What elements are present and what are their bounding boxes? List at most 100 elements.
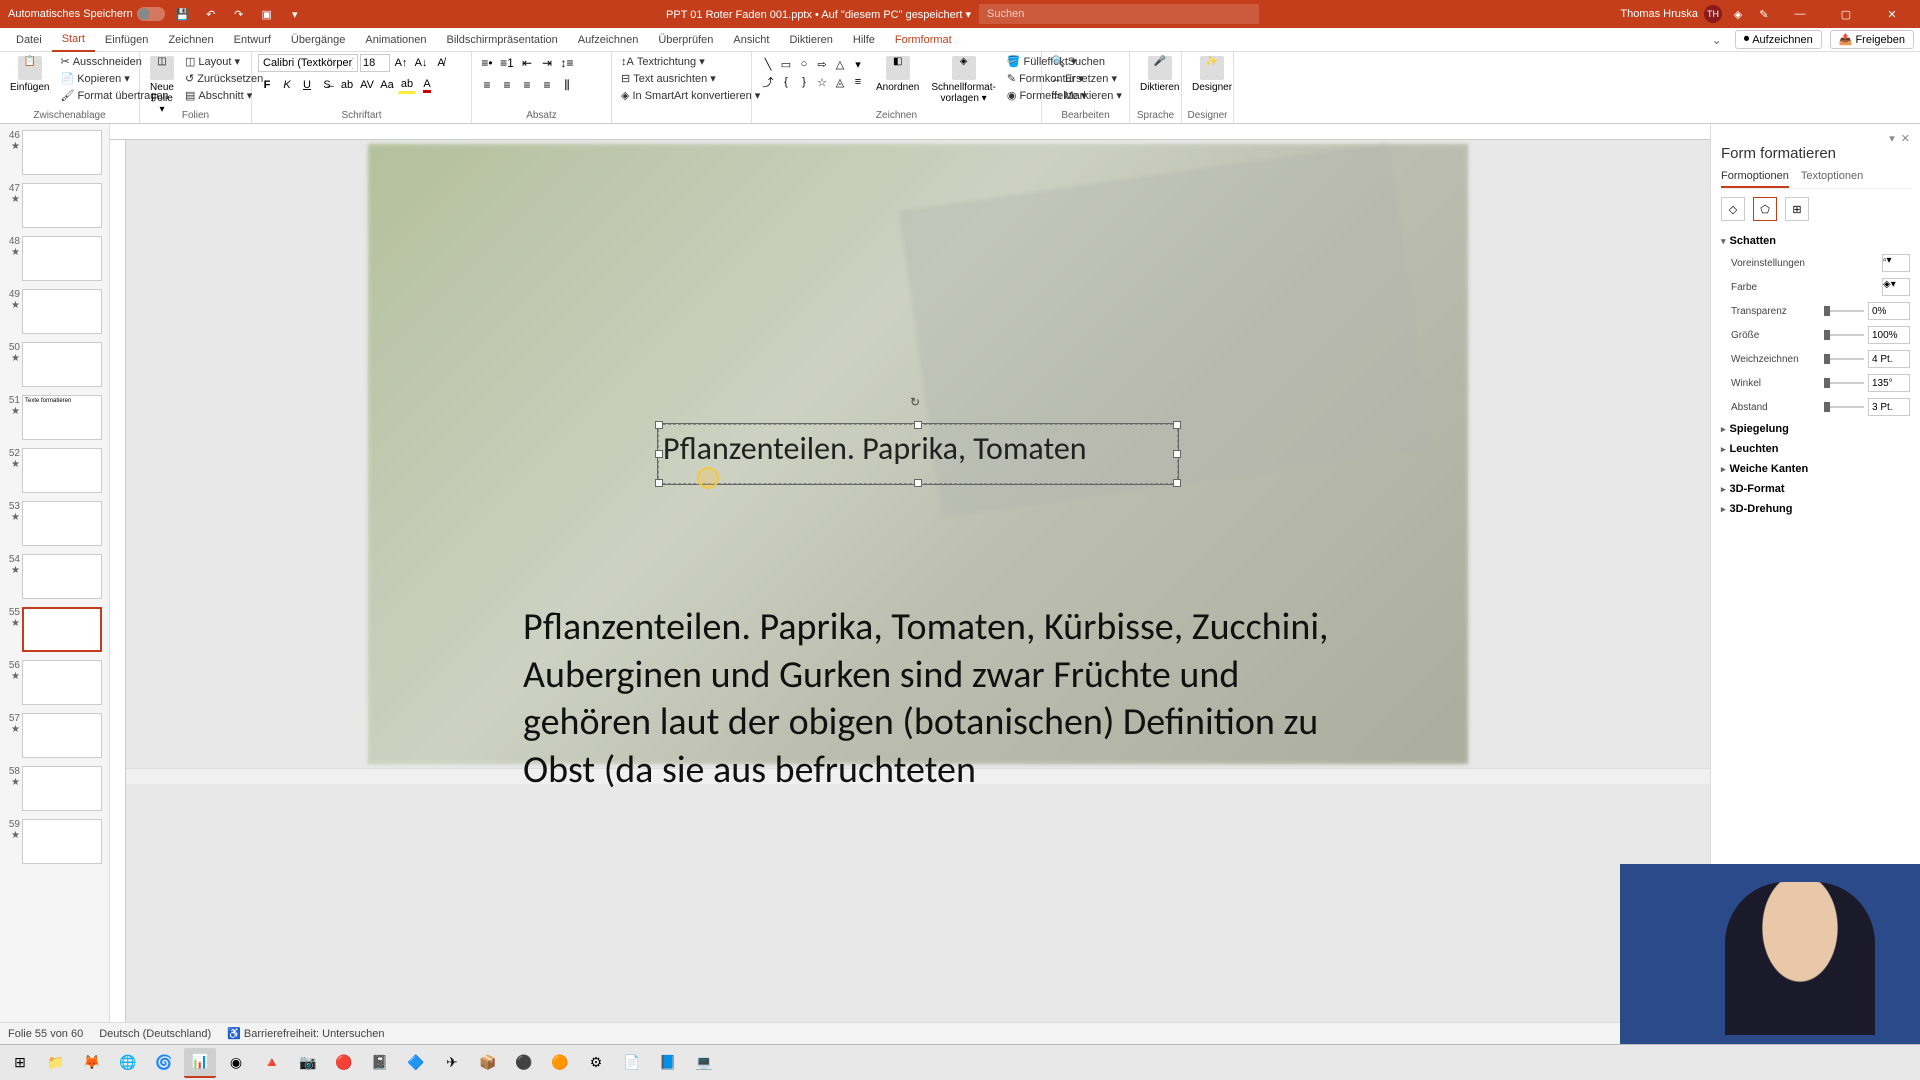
tab-bildschirm[interactable]: Bildschirmpräsentation	[437, 28, 568, 52]
rotate-handle-icon[interactable]	[910, 395, 926, 411]
thumbnail-55[interactable]: 55★	[0, 605, 109, 654]
thumbnail-46[interactable]: 46★	[0, 128, 109, 177]
replace-button[interactable]: ↔ Ersetzen ▾	[1048, 71, 1125, 86]
fill-line-icon[interactable]: ◇	[1721, 197, 1745, 221]
explorer-icon[interactable]: 📁	[40, 1048, 72, 1078]
underline-button[interactable]: U	[298, 76, 316, 94]
tab-ansicht[interactable]: Ansicht	[723, 28, 779, 52]
tab-aufzeichnen[interactable]: Aufzeichnen	[568, 28, 649, 52]
app-icon-9[interactable]: 💻	[688, 1048, 720, 1078]
minimize-button[interactable]: —	[1780, 0, 1820, 28]
thumbnail-53[interactable]: 53★	[0, 499, 109, 548]
align-left-button[interactable]: ≡	[478, 76, 496, 94]
search-input[interactable]	[979, 4, 1259, 24]
indent-left-button[interactable]: ⇤	[518, 54, 536, 72]
shape-more-icon[interactable]: ▾	[850, 56, 866, 72]
resize-handle-t[interactable]	[914, 421, 922, 429]
powerpoint-icon[interactable]: 📊	[184, 1048, 216, 1078]
edge-icon[interactable]: 🌀	[148, 1048, 180, 1078]
color-picker[interactable]: ◈▾	[1882, 278, 1910, 296]
preset-picker[interactable]: ▫▾	[1882, 254, 1910, 272]
app-icon-7[interactable]: ⚙	[580, 1048, 612, 1078]
blur-slider[interactable]	[1824, 358, 1864, 360]
shape-line-icon[interactable]: ╲	[760, 56, 776, 72]
section-weiche-kanten[interactable]: ▸Weiche Kanten	[1721, 459, 1910, 479]
shape-arrow-icon[interactable]: ⇨	[814, 56, 830, 72]
bullets-button[interactable]: ≡•	[478, 54, 496, 72]
clear-format-icon[interactable]: A̸	[432, 54, 450, 72]
quickstyle-button[interactable]: ◈Schnellformat- vorlagen ▾	[927, 54, 999, 106]
paste-button[interactable]: 📋Einfügen	[6, 54, 53, 95]
new-slide-button[interactable]: ◫Neue Folie ▾	[146, 54, 178, 117]
word-icon[interactable]: 📘	[652, 1048, 684, 1078]
section-3d-format[interactable]: ▸3D-Format	[1721, 479, 1910, 499]
highlight-button[interactable]: ab	[398, 76, 416, 94]
section-3d-drehung[interactable]: ▸3D-Drehung	[1721, 499, 1910, 519]
size-input[interactable]	[1868, 326, 1910, 344]
smartart-button[interactable]: ◈ In SmartArt konvertieren ▾	[618, 88, 763, 103]
select-button[interactable]: ▭ Markieren ▾	[1048, 88, 1125, 103]
obs-icon[interactable]: ⚫	[508, 1048, 540, 1078]
present-icon[interactable]: ▣	[257, 4, 277, 24]
app-icon-1[interactable]: ◉	[220, 1048, 252, 1078]
pane-close-icon[interactable]: ✕	[1901, 132, 1910, 145]
firefox-icon[interactable]: 🦊	[76, 1048, 108, 1078]
thumbnail-49[interactable]: 49★	[0, 287, 109, 336]
angle-slider[interactable]	[1824, 382, 1864, 384]
slide-counter[interactable]: Folie 55 von 60	[8, 1028, 83, 1040]
section-schatten[interactable]: ▾Schatten	[1721, 231, 1910, 251]
tab-diktieren[interactable]: Diktieren	[779, 28, 842, 52]
tab-zeichnen[interactable]: Zeichnen	[158, 28, 223, 52]
resize-handle-l[interactable]	[655, 450, 663, 458]
save-icon[interactable]: 💾	[173, 4, 193, 24]
transparency-slider[interactable]	[1824, 310, 1864, 312]
designer-button[interactable]: ✨Designer	[1188, 54, 1236, 95]
close-button[interactable]: ✕	[1872, 0, 1912, 28]
undo-icon[interactable]: ↶	[201, 4, 221, 24]
more-qat-icon[interactable]: ▾	[285, 4, 305, 24]
tab-hilfe[interactable]: Hilfe	[843, 28, 885, 52]
shadow-button[interactable]: ab	[338, 76, 356, 94]
accessibility-status[interactable]: ♿ Barrierefreiheit: Untersuchen	[227, 1027, 384, 1040]
tab-datei[interactable]: Datei	[6, 28, 52, 52]
slide-canvas[interactable]: Pflanzenteilen. Paprika, Tomaten Pflanze…	[368, 144, 1468, 764]
app-icon-3[interactable]: 🔴	[328, 1048, 360, 1078]
tab-animationen[interactable]: Animationen	[355, 28, 436, 52]
resize-handle-tl[interactable]	[655, 421, 663, 429]
text-align-button[interactable]: ⊟ Text ausrichten ▾	[618, 71, 763, 86]
pane-options-icon[interactable]: ▾	[1889, 132, 1895, 145]
language-status[interactable]: Deutsch (Deutschland)	[99, 1028, 211, 1040]
redo-icon[interactable]: ↷	[229, 4, 249, 24]
find-button[interactable]: 🔍 Suchen	[1048, 54, 1125, 69]
arrange-button[interactable]: ◧Anordnen	[872, 54, 923, 95]
textbox-content[interactable]: Pflanzenteilen. Paprika, Tomaten	[659, 425, 1177, 472]
pen-icon[interactable]: ✎	[1754, 4, 1774, 24]
tab-einfuegen[interactable]: Einfügen	[95, 28, 158, 52]
spacing-button[interactable]: AV	[358, 76, 376, 94]
thumbnail-panel[interactable]: 46★47★48★49★50★51★Texte formatieren52★53…	[0, 124, 110, 1022]
angle-input[interactable]	[1868, 374, 1910, 392]
thumbnail-48[interactable]: 48★	[0, 234, 109, 283]
align-right-button[interactable]: ≡	[518, 76, 536, 94]
user-avatar[interactable]: TH	[1704, 5, 1722, 23]
shape-expand-icon[interactable]: ≡	[850, 74, 866, 90]
justify-button[interactable]: ≡	[538, 76, 556, 94]
autosave-toggle[interactable]: Automatisches Speichern	[8, 7, 165, 21]
app-icon-2[interactable]: 📷	[292, 1048, 324, 1078]
selected-textbox[interactable]: Pflanzenteilen. Paprika, Tomaten	[658, 424, 1178, 484]
shape-connector-icon[interactable]: ⤴	[760, 74, 776, 90]
thumbnail-59[interactable]: 59★	[0, 817, 109, 866]
telegram-icon[interactable]: ✈	[436, 1048, 468, 1078]
distance-slider[interactable]	[1824, 406, 1864, 408]
columns-button[interactable]: ⫼	[558, 76, 576, 94]
resize-handle-bl[interactable]	[655, 479, 663, 487]
decrease-font-icon[interactable]: A↓	[412, 54, 430, 72]
resize-handle-tr[interactable]	[1173, 421, 1181, 429]
thumbnail-50[interactable]: 50★	[0, 340, 109, 389]
font-name-input[interactable]	[258, 54, 358, 72]
increase-font-icon[interactable]: A↑	[392, 54, 410, 72]
shape-brace-icon[interactable]: {	[778, 74, 794, 90]
transparency-input[interactable]	[1868, 302, 1910, 320]
chrome-icon[interactable]: 🌐	[112, 1048, 144, 1078]
onenote-icon[interactable]: 📓	[364, 1048, 396, 1078]
